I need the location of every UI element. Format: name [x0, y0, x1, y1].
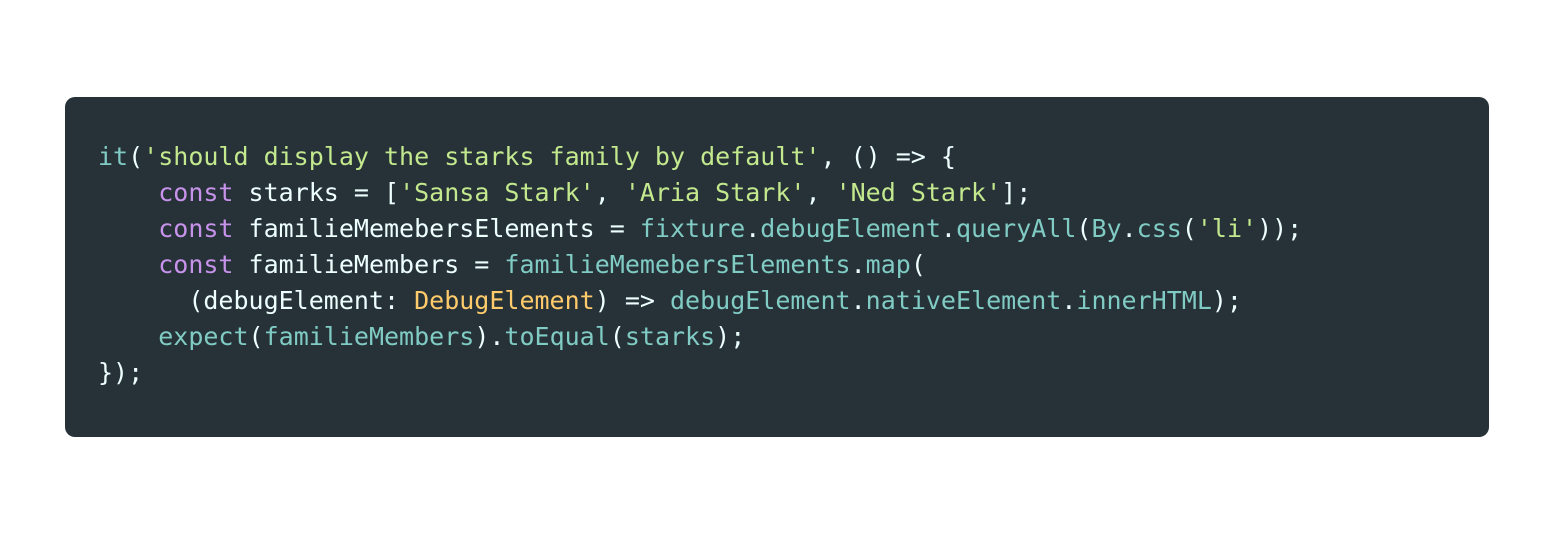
code-token-plain: ( [1181, 214, 1197, 243]
code-token-function: fixture [639, 214, 746, 243]
code-token-function: starks [624, 322, 716, 351]
code-token-string: 'should display the starks family by def… [143, 142, 821, 171]
code-token-keyword: const [158, 250, 234, 279]
code-token-plain: }); [98, 358, 144, 387]
code-token-plain: . [850, 250, 866, 279]
code-token-plain: ( [128, 142, 144, 171]
code-token-string: 'li' [1196, 214, 1258, 243]
code-line: const familieMemebersElements = fixture.… [98, 211, 1302, 247]
code-token-plain: , () => { [820, 142, 956, 171]
code-token-plain: familieMemebersElements = [233, 214, 640, 243]
code-token-function: toEqual [504, 322, 610, 351]
code-token-plain: ( [609, 322, 625, 351]
code-line: expect(familieMembers).toEqual(starks); [98, 319, 1302, 355]
code-token-string: 'Sansa Stark' [399, 178, 595, 207]
code-line: (debugElement: DebugElement) => debugEle… [98, 283, 1302, 319]
code-token-plain: ]; [1001, 178, 1032, 207]
code-token-function: map [865, 250, 911, 279]
code-token-string: 'Ned Stark' [835, 178, 1002, 207]
code-token-plain: ); [1211, 286, 1242, 315]
code-token-function: css [1136, 214, 1182, 243]
code-token-plain: ) => [594, 286, 670, 315]
code-token-function: nativeElement [865, 286, 1062, 315]
code-token-type: DebugElement [414, 286, 595, 315]
code-line: const starks = ['Sansa Stark', 'Aria Sta… [98, 175, 1302, 211]
code-token-keyword: const [158, 178, 234, 207]
code-token-string: 'Aria Stark' [624, 178, 806, 207]
code-token-function: it [98, 142, 129, 171]
code-line: const familieMembers = familieMemebersEl… [98, 247, 1302, 283]
code-token-plain: familieMembers = [233, 250, 505, 279]
code-line: }); [98, 355, 1302, 391]
code-token-function: innerHTML [1076, 286, 1212, 315]
code-token-plain: ( [248, 322, 264, 351]
code-token-plain: . [940, 214, 956, 243]
code-token-function: debugElement [669, 286, 851, 315]
code-token-function: debugElement [760, 214, 941, 243]
code-token-function: familieMembers [263, 322, 475, 351]
code-token-plain: ); [715, 322, 746, 351]
code-token-function: expect [158, 322, 249, 351]
code-token-plain: . [1121, 214, 1137, 243]
code-block: it('should display the starks family by … [98, 139, 1302, 391]
code-token-keyword: const [158, 214, 234, 243]
code-token-plain: (debugElement: [188, 286, 415, 315]
code-snippet-card: it('should display the starks family by … [65, 97, 1489, 437]
code-token-plain: . [1061, 286, 1077, 315]
code-token-function: queryAll [955, 214, 1077, 243]
code-token-function: By [1091, 214, 1122, 243]
code-token-plain: . [745, 214, 761, 243]
code-token-plain: , [805, 178, 836, 207]
code-token-plain: starks = [ [233, 178, 400, 207]
code-token-plain: ( [1076, 214, 1092, 243]
code-token-function: familieMemebersElements [504, 250, 851, 279]
code-token-plain: , [594, 178, 625, 207]
code-line: it('should display the starks family by … [98, 139, 1302, 175]
code-token-plain: ( [910, 250, 926, 279]
code-token-plain: )); [1257, 214, 1303, 243]
code-token-plain: . [850, 286, 866, 315]
code-token-plain: ). [474, 322, 505, 351]
